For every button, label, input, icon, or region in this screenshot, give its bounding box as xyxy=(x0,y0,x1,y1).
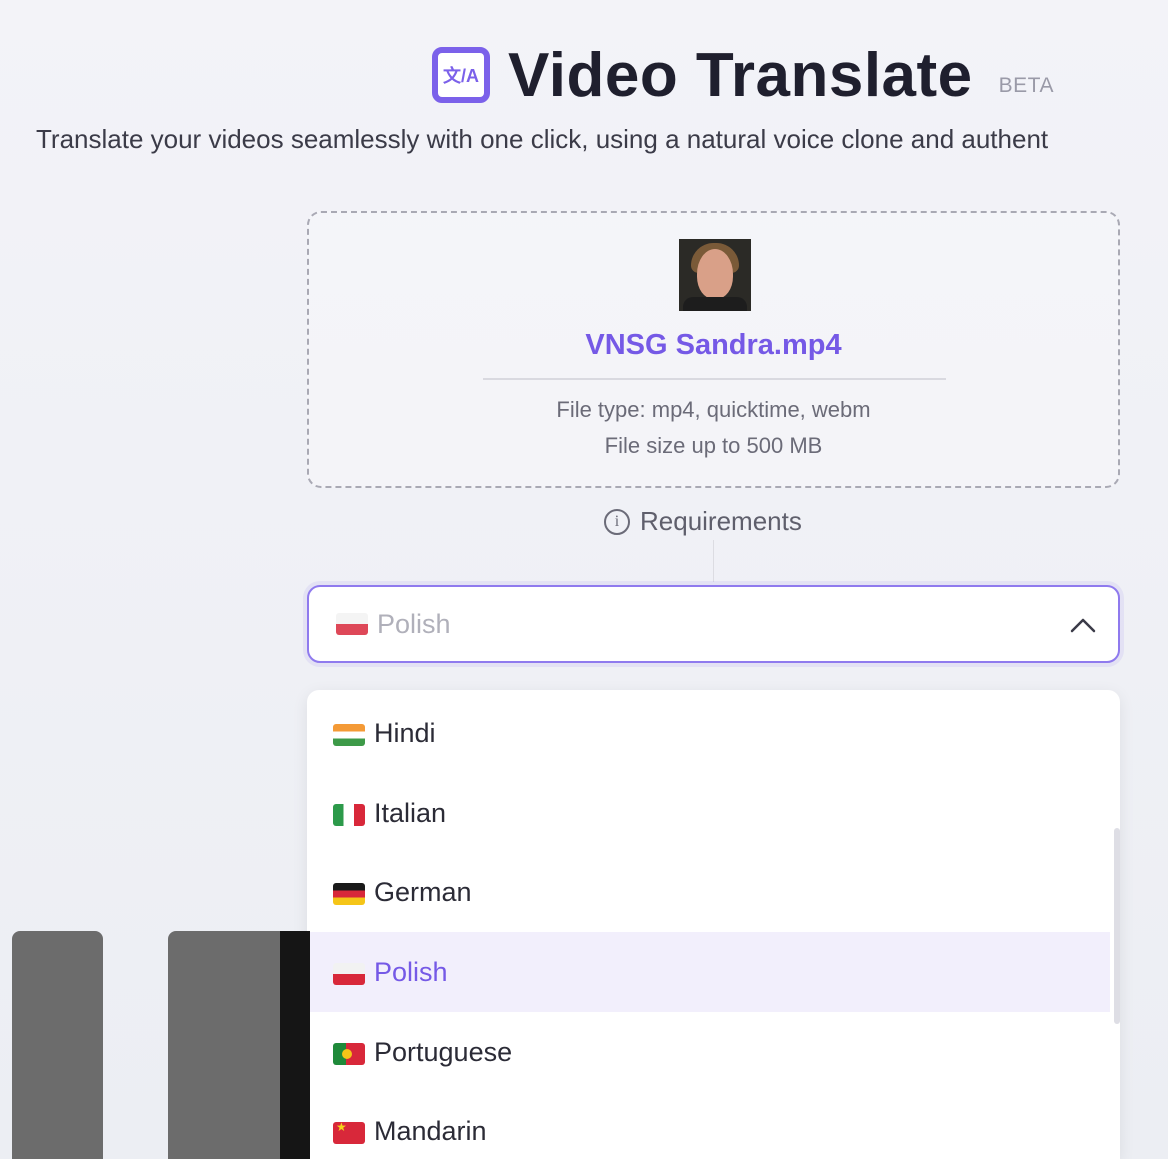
beta-badge: BETA xyxy=(998,74,1054,97)
file-size-hint: File size up to 500 MB xyxy=(604,433,823,458)
video-card-thumbnail[interactable] xyxy=(280,931,310,1159)
flag-portugal-icon xyxy=(333,1043,365,1065)
page-title: Video Translate xyxy=(508,40,973,110)
translate-icon: 文/A xyxy=(432,47,490,103)
flag-poland-icon xyxy=(333,963,365,985)
upload-divider xyxy=(483,378,946,380)
option-label: Italian xyxy=(374,798,447,828)
language-option-german[interactable]: German xyxy=(307,852,1110,932)
language-option-hindi[interactable]: Hindi xyxy=(307,693,1110,773)
video-card-thumbnail[interactable] xyxy=(168,931,280,1159)
requirements-link[interactable]: i Requirements xyxy=(604,506,802,537)
language-dropdown-list[interactable]: Hindi Italian German Polish Portuguese M… xyxy=(307,690,1120,1159)
option-label: Polish xyxy=(374,957,448,987)
option-label: Mandarin xyxy=(374,1116,487,1146)
video-card-thumbnail[interactable] xyxy=(12,931,103,1159)
page-header: 文/A Video Translate BETA xyxy=(432,40,1054,110)
option-label: Hindi xyxy=(374,718,436,748)
flag-germany-icon xyxy=(333,883,365,905)
uploaded-file-name[interactable]: VNSG Sandra.mp4 xyxy=(309,329,1118,362)
chevron-up-icon[interactable] xyxy=(1068,613,1098,637)
language-option-portuguese[interactable]: Portuguese xyxy=(307,1012,1110,1092)
language-option-italian[interactable]: Italian xyxy=(307,773,1110,853)
flag-italy-icon xyxy=(333,804,365,826)
file-type-hint: File type: mp4, quicktime, webm xyxy=(556,397,871,422)
option-label: German xyxy=(374,877,472,907)
language-option-polish[interactable]: Polish xyxy=(307,932,1110,1012)
dropdown-scrollbar[interactable] xyxy=(1114,828,1120,1024)
page-subtitle: Translate your videos seamlessly with on… xyxy=(36,124,1049,154)
video-thumbnail xyxy=(679,239,751,311)
info-icon: i xyxy=(604,508,630,535)
upload-dropzone[interactable]: VNSG Sandra.mp4 File type: mp4, quicktim… xyxy=(307,211,1120,488)
flag-china-icon xyxy=(333,1122,365,1144)
selected-language: Polish xyxy=(377,609,451,639)
flag-poland-icon xyxy=(336,613,368,635)
language-select[interactable]: Polish xyxy=(307,585,1120,663)
language-option-mandarin[interactable]: Mandarin xyxy=(307,1091,1110,1159)
requirements-label: Requirements xyxy=(640,506,802,536)
connector-line xyxy=(713,540,714,582)
option-label: Portuguese xyxy=(374,1037,513,1067)
flag-india-icon xyxy=(333,724,365,746)
